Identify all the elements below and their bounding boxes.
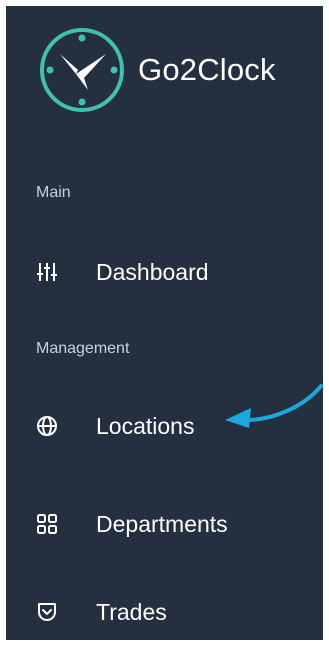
sidebar-item-label: Dashboard xyxy=(96,258,209,285)
sidebar-item-trades[interactable]: Trades xyxy=(36,592,167,632)
sidebar: Go2Clock Main Dashboard Management Locat… xyxy=(6,6,323,640)
sidebar-item-departments[interactable]: Departments xyxy=(36,504,228,544)
globe-icon xyxy=(36,415,58,437)
brand[interactable]: Go2Clock xyxy=(36,22,276,118)
section-label-main: Main xyxy=(36,184,71,201)
clock-logo-icon xyxy=(40,28,124,112)
grid-icon xyxy=(36,513,58,535)
sidebar-item-label: Trades xyxy=(96,598,167,625)
sidebar-item-label: Departments xyxy=(96,510,228,537)
sidebar-item-label: Locations xyxy=(96,412,195,439)
sliders-icon xyxy=(36,261,58,283)
sidebar-item-locations[interactable]: Locations xyxy=(36,406,194,446)
annotation-arrow xyxy=(225,384,323,428)
pocket-icon xyxy=(36,601,58,623)
brand-name: Go2Clock xyxy=(138,52,276,87)
sidebar-item-dashboard[interactable]: Dashboard xyxy=(36,252,209,292)
section-label-management: Management xyxy=(36,340,130,357)
